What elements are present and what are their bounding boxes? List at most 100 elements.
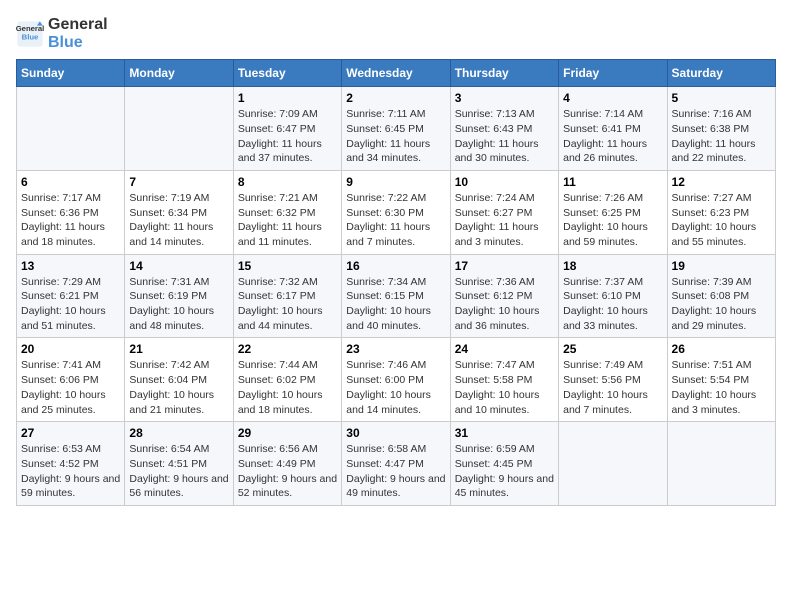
day-number: 12 xyxy=(672,175,771,189)
day-number: 29 xyxy=(238,426,337,440)
day-number: 1 xyxy=(238,91,337,105)
day-detail: Sunrise: 7:29 AMSunset: 6:21 PMDaylight:… xyxy=(21,275,120,334)
header-cell-saturday: Saturday xyxy=(667,60,775,87)
header-cell-tuesday: Tuesday xyxy=(233,60,341,87)
day-cell: 28 Sunrise: 6:54 AMSunset: 4:51 PMDayligh… xyxy=(125,422,233,506)
day-number: 2 xyxy=(346,91,445,105)
day-cell: 30 Sunrise: 6:58 AMSunset: 4:47 PMDayligh… xyxy=(342,422,450,506)
day-cell: 13 Sunrise: 7:29 AMSunset: 6:21 PMDayligh… xyxy=(17,254,125,338)
header-cell-monday: Monday xyxy=(125,60,233,87)
day-number: 22 xyxy=(238,342,337,356)
day-detail: Sunrise: 6:56 AMSunset: 4:49 PMDaylight:… xyxy=(238,442,337,501)
day-number: 9 xyxy=(346,175,445,189)
day-cell: 1 Sunrise: 7:09 AMSunset: 6:47 PMDaylight… xyxy=(233,87,341,171)
day-number: 19 xyxy=(672,259,771,273)
day-detail: Sunrise: 6:58 AMSunset: 4:47 PMDaylight:… xyxy=(346,442,445,501)
day-cell: 29 Sunrise: 6:56 AMSunset: 4:49 PMDayligh… xyxy=(233,422,341,506)
day-number: 6 xyxy=(21,175,120,189)
day-detail: Sunrise: 7:22 AMSunset: 6:30 PMDaylight:… xyxy=(346,191,445,250)
day-cell: 19 Sunrise: 7:39 AMSunset: 6:08 PMDayligh… xyxy=(667,254,775,338)
day-detail: Sunrise: 7:36 AMSunset: 6:12 PMDaylight:… xyxy=(455,275,554,334)
day-cell: 20Sunrise: 7:41 AMSunset: 6:06 PMDayligh… xyxy=(17,338,125,422)
day-detail: Sunrise: 7:41 AMSunset: 6:06 PMDaylight:… xyxy=(21,358,120,417)
calendar-body: 1 Sunrise: 7:09 AMSunset: 6:47 PMDaylight… xyxy=(17,87,776,506)
day-cell: 11 Sunrise: 7:26 AMSunset: 6:25 PMDayligh… xyxy=(559,170,667,254)
day-number: 18 xyxy=(563,259,662,273)
day-cell: 23 Sunrise: 7:46 AMSunset: 6:00 PMDayligh… xyxy=(342,338,450,422)
week-row-4: 20Sunrise: 7:41 AMSunset: 6:06 PMDayligh… xyxy=(17,338,776,422)
day-number: 10 xyxy=(455,175,554,189)
day-detail: Sunrise: 7:47 AMSunset: 5:58 PMDaylight:… xyxy=(455,358,554,417)
day-detail: Sunrise: 7:19 AMSunset: 6:34 PMDaylight:… xyxy=(129,191,228,250)
day-cell: 31Sunrise: 6:59 AMSunset: 4:45 PMDayligh… xyxy=(450,422,558,506)
day-number: 8 xyxy=(238,175,337,189)
day-detail: Sunrise: 7:32 AMSunset: 6:17 PMDaylight:… xyxy=(238,275,337,334)
day-number: 30 xyxy=(346,426,445,440)
logo-text: GeneralBlue xyxy=(48,16,108,51)
day-number: 14 xyxy=(129,259,228,273)
header-cell-wednesday: Wednesday xyxy=(342,60,450,87)
day-detail: Sunrise: 7:39 AMSunset: 6:08 PMDaylight:… xyxy=(672,275,771,334)
day-number: 16 xyxy=(346,259,445,273)
day-cell: 2 Sunrise: 7:11 AMSunset: 6:45 PMDaylight… xyxy=(342,87,450,171)
day-number: 7 xyxy=(129,175,228,189)
day-cell xyxy=(125,87,233,171)
day-detail: Sunrise: 7:42 AMSunset: 6:04 PMDaylight:… xyxy=(129,358,228,417)
day-number: 28 xyxy=(129,426,228,440)
week-row-3: 13 Sunrise: 7:29 AMSunset: 6:21 PMDayligh… xyxy=(17,254,776,338)
day-detail: Sunrise: 7:44 AMSunset: 6:02 PMDaylight:… xyxy=(238,358,337,417)
day-cell: 22 Sunrise: 7:44 AMSunset: 6:02 PMDayligh… xyxy=(233,338,341,422)
day-cell: 10Sunrise: 7:24 AMSunset: 6:27 PMDayligh… xyxy=(450,170,558,254)
day-detail: Sunrise: 7:11 AMSunset: 6:45 PMDaylight:… xyxy=(346,107,445,166)
day-cell: 15 Sunrise: 7:32 AMSunset: 6:17 PMDayligh… xyxy=(233,254,341,338)
day-number: 15 xyxy=(238,259,337,273)
page-header: General Blue GeneralBlue xyxy=(16,16,776,51)
header-cell-friday: Friday xyxy=(559,60,667,87)
day-detail: Sunrise: 7:27 AMSunset: 6:23 PMDaylight:… xyxy=(672,191,771,250)
day-cell: 21Sunrise: 7:42 AMSunset: 6:04 PMDayligh… xyxy=(125,338,233,422)
day-detail: Sunrise: 6:53 AMSunset: 4:52 PMDaylight:… xyxy=(21,442,120,501)
day-cell: 6Sunrise: 7:17 AMSunset: 6:36 PMDaylight… xyxy=(17,170,125,254)
header-cell-thursday: Thursday xyxy=(450,60,558,87)
day-detail: Sunrise: 6:59 AMSunset: 4:45 PMDaylight:… xyxy=(455,442,554,501)
day-detail: Sunrise: 7:31 AMSunset: 6:19 PMDaylight:… xyxy=(129,275,228,334)
day-cell: 8Sunrise: 7:21 AMSunset: 6:32 PMDaylight… xyxy=(233,170,341,254)
day-detail: Sunrise: 7:37 AMSunset: 6:10 PMDaylight:… xyxy=(563,275,662,334)
calendar-header: SundayMondayTuesdayWednesdayThursdayFrid… xyxy=(17,60,776,87)
day-number: 24 xyxy=(455,342,554,356)
day-cell: 12 Sunrise: 7:27 AMSunset: 6:23 PMDayligh… xyxy=(667,170,775,254)
day-cell: 7 Sunrise: 7:19 AMSunset: 6:34 PMDaylight… xyxy=(125,170,233,254)
day-detail: Sunrise: 7:26 AMSunset: 6:25 PMDaylight:… xyxy=(563,191,662,250)
day-detail: Sunrise: 7:49 AMSunset: 5:56 PMDaylight:… xyxy=(563,358,662,417)
day-number: 17 xyxy=(455,259,554,273)
day-cell: 3Sunrise: 7:13 AMSunset: 6:43 PMDaylight… xyxy=(450,87,558,171)
day-detail: Sunrise: 7:09 AMSunset: 6:47 PMDaylight:… xyxy=(238,107,337,166)
svg-text:Blue: Blue xyxy=(22,32,39,41)
day-cell: 25Sunrise: 7:49 AMSunset: 5:56 PMDayligh… xyxy=(559,338,667,422)
day-cell: 18 Sunrise: 7:37 AMSunset: 6:10 PMDayligh… xyxy=(559,254,667,338)
week-row-2: 6Sunrise: 7:17 AMSunset: 6:36 PMDaylight… xyxy=(17,170,776,254)
day-cell xyxy=(17,87,125,171)
day-cell: 17 Sunrise: 7:36 AMSunset: 6:12 PMDayligh… xyxy=(450,254,558,338)
day-detail: Sunrise: 7:14 AMSunset: 6:41 PMDaylight:… xyxy=(563,107,662,166)
day-cell xyxy=(559,422,667,506)
day-number: 11 xyxy=(563,175,662,189)
day-detail: Sunrise: 6:54 AMSunset: 4:51 PMDaylight:… xyxy=(129,442,228,501)
day-number: 27 xyxy=(21,426,120,440)
day-cell xyxy=(667,422,775,506)
day-detail: Sunrise: 7:51 AMSunset: 5:54 PMDaylight:… xyxy=(672,358,771,417)
logo-icon: General Blue xyxy=(16,20,44,48)
week-row-5: 27 Sunrise: 6:53 AMSunset: 4:52 PMDayligh… xyxy=(17,422,776,506)
day-detail: Sunrise: 7:16 AMSunset: 6:38 PMDaylight:… xyxy=(672,107,771,166)
logo: General Blue GeneralBlue xyxy=(16,16,108,51)
day-number: 4 xyxy=(563,91,662,105)
day-cell: 26 Sunrise: 7:51 AMSunset: 5:54 PMDayligh… xyxy=(667,338,775,422)
day-number: 26 xyxy=(672,342,771,356)
day-cell: 14 Sunrise: 7:31 AMSunset: 6:19 PMDayligh… xyxy=(125,254,233,338)
day-cell: 5Sunrise: 7:16 AMSunset: 6:38 PMDaylight… xyxy=(667,87,775,171)
day-number: 13 xyxy=(21,259,120,273)
day-cell: 27 Sunrise: 6:53 AMSunset: 4:52 PMDayligh… xyxy=(17,422,125,506)
day-detail: Sunrise: 7:46 AMSunset: 6:00 PMDaylight:… xyxy=(346,358,445,417)
day-detail: Sunrise: 7:34 AMSunset: 6:15 PMDaylight:… xyxy=(346,275,445,334)
day-number: 23 xyxy=(346,342,445,356)
